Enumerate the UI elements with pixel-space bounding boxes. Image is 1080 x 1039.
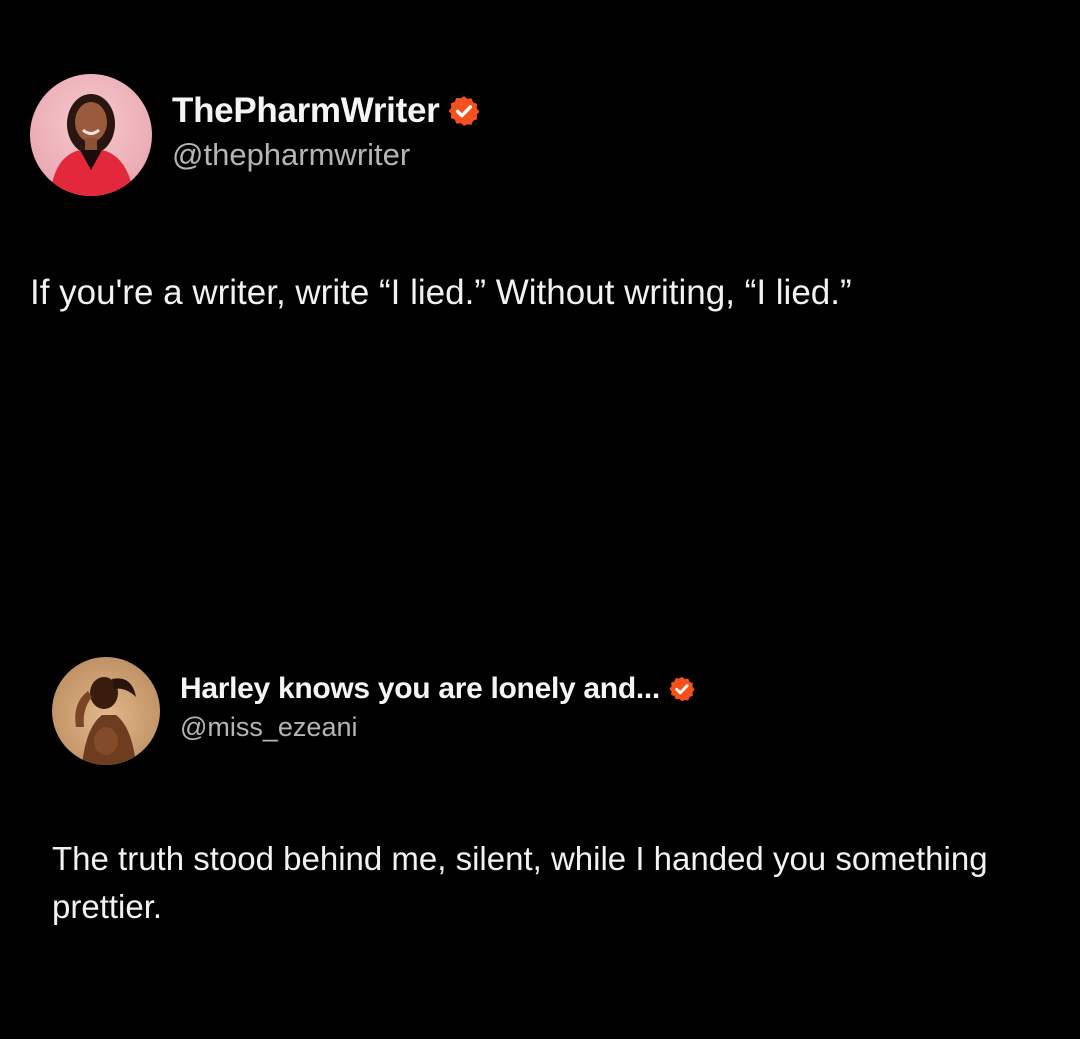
post-text: If you're a writer, write “I lied.” With… [30, 273, 852, 312]
name-row: ThePharmWriter [172, 91, 481, 131]
post-text: The truth stood behind me, silent, while… [52, 840, 988, 925]
author-identity: Harley knows you are lonely and... @miss… [180, 672, 696, 743]
post-header: ThePharmWriter @thepharmwriter [30, 74, 1050, 196]
post: ThePharmWriter @thepharmwriter If you're… [30, 74, 1050, 319]
avatar[interactable] [30, 74, 152, 196]
handle[interactable]: @thepharmwriter [172, 137, 481, 173]
post-screenshot: ThePharmWriter @thepharmwriter If you're… [0, 0, 1080, 1039]
display-name[interactable]: Harley knows you are lonely and... [180, 672, 660, 706]
name-row: Harley knows you are lonely and... [180, 672, 696, 706]
author-identity: ThePharmWriter @thepharmwriter [172, 91, 481, 173]
avatar-photo [52, 657, 160, 765]
handle[interactable]: @miss_ezeani [180, 712, 696, 743]
avatar-photo [30, 74, 152, 196]
post-header: Harley knows you are lonely and... @miss… [52, 657, 1032, 765]
post: Harley knows you are lonely and... @miss… [52, 657, 1032, 931]
verified-badge-icon [449, 96, 480, 126]
verified-badge-icon [669, 676, 695, 701]
avatar[interactable] [52, 657, 160, 765]
display-name[interactable]: ThePharmWriter [172, 91, 440, 131]
